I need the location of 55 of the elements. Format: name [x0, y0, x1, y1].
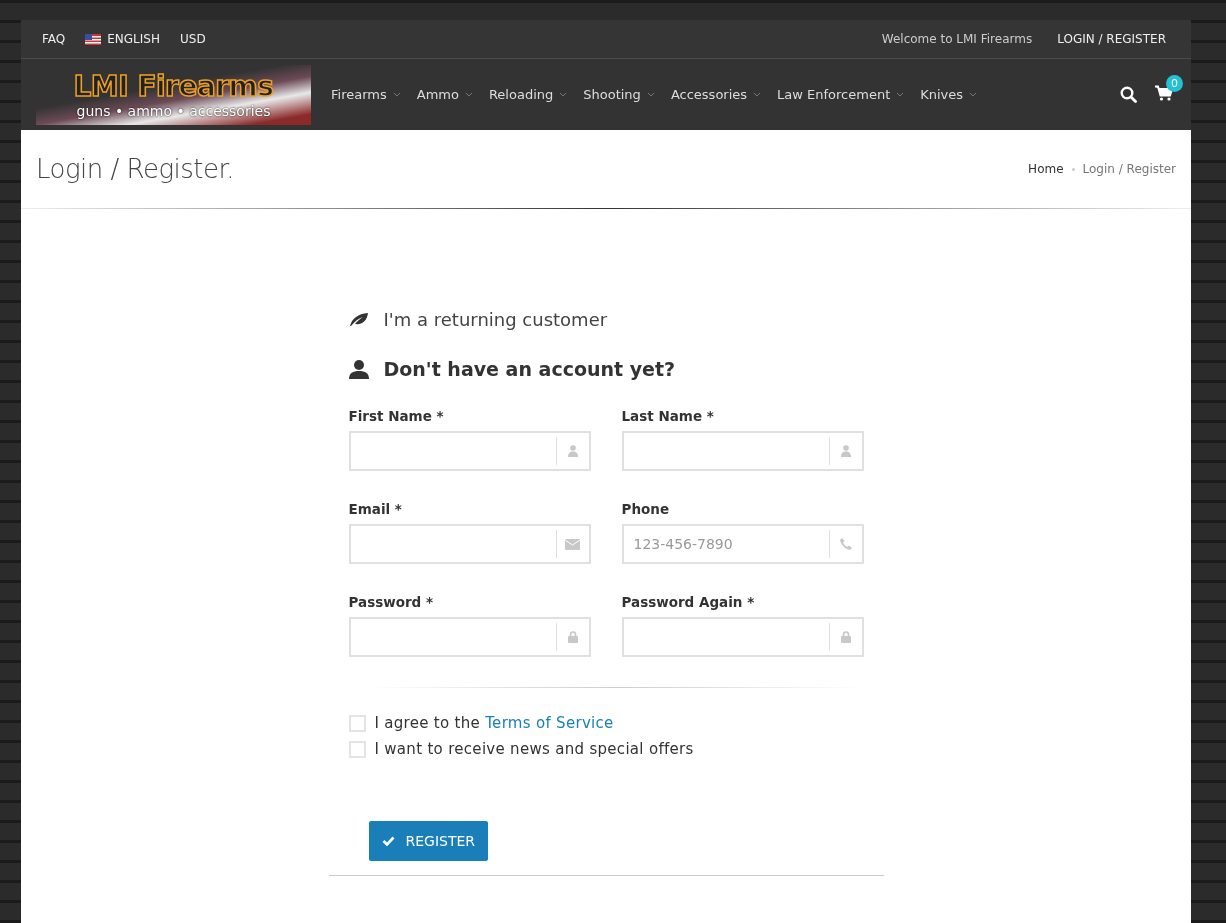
checkbox[interactable]	[348, 714, 366, 732]
register-heading: Don't have an account yet?	[383, 358, 676, 380]
chevron-down-icon	[559, 92, 568, 97]
chevron-down-icon	[464, 92, 473, 97]
chevron-down-icon	[392, 92, 401, 97]
chevron-down-icon	[646, 92, 655, 97]
lock-icon	[567, 631, 578, 643]
input-field[interactable]	[621, 431, 864, 471]
register-button[interactable]: REGISTER	[368, 821, 489, 861]
welcome-text: Welcome to LMI Firearms	[881, 32, 1033, 46]
phone-icon	[839, 538, 852, 550]
breadcrumb-link[interactable]: Login / Register	[1082, 162, 1176, 176]
returning-customer-link[interactable]: I'm a returning customer	[383, 309, 608, 330]
page-title: Login / Register.	[36, 154, 235, 184]
chevron-down-icon	[896, 92, 905, 97]
language-link[interactable]: ENGLISH	[85, 32, 160, 46]
login-register-link[interactable]: LOGIN / REGISTER	[1057, 32, 1166, 46]
nav-menu-item[interactable]: Shooting	[583, 87, 655, 102]
input-field[interactable]	[348, 524, 591, 564]
breadcrumb-link[interactable]: Home	[1028, 162, 1064, 176]
terms-link[interactable]: Terms of Service	[485, 714, 614, 732]
cart-icon[interactable]	[1155, 84, 1173, 101]
checkbox[interactable]	[348, 740, 366, 758]
field-label: Email *	[348, 501, 403, 517]
user-icon	[348, 359, 369, 379]
field-label: Phone	[621, 501, 671, 517]
leaf-icon	[348, 312, 369, 327]
check-icon	[381, 836, 395, 846]
nav-menu-item[interactable]: Firearms	[331, 87, 401, 102]
lock-icon	[840, 631, 851, 643]
input-field[interactable]	[348, 431, 591, 471]
input-field[interactable]	[348, 617, 591, 657]
input-field[interactable]	[621, 617, 864, 657]
flag-icon	[85, 33, 102, 45]
checkbox-label: I want to receive news and special offers	[374, 740, 694, 758]
user-icon	[840, 445, 851, 457]
user-icon	[567, 445, 578, 457]
nav-menu-item[interactable]: Knives	[920, 87, 978, 102]
top-link[interactable]: FAQ	[42, 32, 66, 46]
checkbox-label: I agree to the Terms of Service	[374, 714, 614, 732]
input-field[interactable]: 123-456-7890	[621, 524, 864, 564]
nav-menu-item[interactable]: Accessories	[670, 87, 762, 102]
envelope-icon	[565, 538, 580, 550]
field-label: First Name *	[348, 408, 445, 424]
search-icon[interactable]	[1120, 86, 1137, 103]
chevron-down-icon	[969, 92, 978, 97]
field-label: Password *	[348, 594, 435, 610]
field-label: Password Again *	[621, 594, 756, 610]
top-link[interactable]: USD	[180, 32, 206, 46]
field-label: Last Name *	[621, 408, 715, 424]
nav-menu-item[interactable]: Law Enforcement	[777, 87, 905, 102]
cart-count-badge: 0	[1166, 74, 1183, 92]
chevron-down-icon	[753, 92, 762, 97]
nav-menu-item[interactable]: Ammo	[416, 87, 473, 102]
nav-menu-item[interactable]: Reloading	[488, 87, 568, 102]
